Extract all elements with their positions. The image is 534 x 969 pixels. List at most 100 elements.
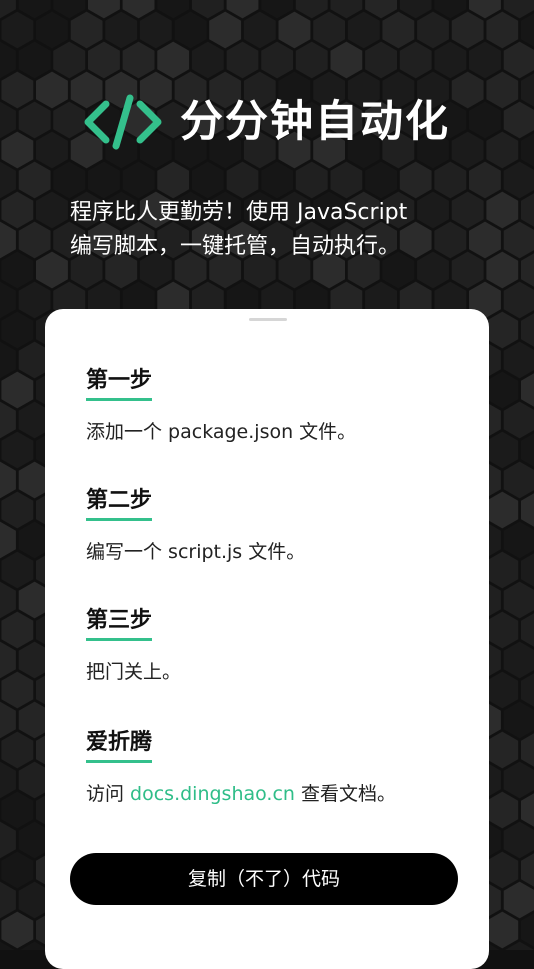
background-hexagon [0,641,16,679]
background-hexagon [521,373,534,407]
background-hexagon [53,101,86,139]
background-hexagon [486,131,519,169]
background-hexagon [503,281,534,319]
background-hexagon [503,641,534,679]
background-hexagon [36,191,68,229]
background-hexagon [1,911,34,949]
copy-code-button[interactable]: 复制（不了）代码 [70,853,458,905]
step-4-desc-before: 访问 [86,783,131,805]
background-hexagon [486,551,519,589]
background-hexagon [0,401,16,439]
step-3-desc: 把门关上。 [86,661,182,683]
background-hexagon [88,161,120,199]
background-hexagon [0,341,16,379]
background-hexagon [469,101,501,139]
background-hexagon [469,161,501,199]
background-hexagon [521,793,534,827]
background-hexagon [330,161,363,199]
background-hexagon [1,791,34,829]
background-hexagon [486,431,519,469]
background-hexagon [503,161,534,199]
background-hexagon [174,11,207,49]
background-hexagon [521,193,534,227]
background-hexagon [0,461,16,499]
background-hexagon [521,13,534,47]
background-hexagon [521,493,534,527]
background-hexagon [1,491,34,529]
background-hexagon [0,881,16,919]
background-hexagon [105,11,138,49]
background-hexagon [157,161,190,199]
background-hexagon [1,71,34,109]
background-hexagon [226,41,259,79]
background-hexagon [503,821,534,859]
background-hexagon [0,701,16,739]
background-hexagon [486,371,519,409]
background-hexagon [295,161,328,199]
background-hexagon [486,11,519,49]
background-hexagon [0,221,16,259]
background-hexagon [1,371,34,409]
background-hexagon [36,71,68,109]
app-title: 分分钟自动化 [180,97,450,147]
background-hexagon [503,101,534,139]
subtitle: 程序比人更勤劳！使用 JavaScript 编写脚本，一键托管，自动执行。 [70,196,510,264]
steps-card: 第一步 添加一个 package.json 文件。 第二步 编写一个 scrip… [45,309,489,969]
background-hexagon [503,401,534,439]
background-hexagon [313,11,345,49]
background-hexagon [503,461,534,499]
background-hexagon [451,131,484,169]
background-hexagon [451,71,484,109]
background-hexagon [88,41,120,79]
step-2-title: 第二步 [86,486,153,521]
background-hexagon [521,553,534,587]
background-hexagon [503,521,534,559]
background-hexagon [122,161,155,199]
background-hexagon [36,251,68,289]
docs-link[interactable]: docs.dingshao.cn [130,783,295,805]
background-hexagon [521,313,534,347]
background-hexagon [209,11,242,49]
code-icon [84,94,162,150]
background-hexagon [434,161,467,199]
background-hexagon [521,253,534,287]
background-hexagon [503,761,534,799]
background-hexagon [486,731,519,769]
background-hexagon [503,41,534,79]
background-hexagon [486,311,519,349]
background-hexagon [382,11,415,49]
background-hexagon [1,251,34,289]
background-hexagon [191,41,224,79]
background-hexagon [243,11,276,49]
background-hexagon [18,41,51,79]
step-1-title: 第一步 [86,366,153,401]
step-2-desc: 编写一个 script.js 文件。 [86,541,306,563]
background-hexagon [278,11,311,49]
background-hexagon [36,131,68,169]
background-hexagon [486,71,519,109]
background-hexagon [451,11,484,49]
background-hexagon [521,733,534,767]
background-hexagon [0,161,16,199]
background-hexagon [521,73,534,107]
background-hexagon [503,881,534,919]
background-hexagon [330,41,363,79]
sheet-grabber[interactable] [249,318,287,321]
background-hexagon [157,41,190,79]
background-hexagon [18,221,51,259]
step-4-desc: 访问 docs.dingshao.cn 查看文档。 [86,781,396,807]
background-hexagon [226,161,259,199]
background-hexagon [365,161,397,199]
background-hexagon [18,101,51,139]
background-hexagon [365,41,397,79]
step-2: 第二步 编写一个 script.js 文件。 [86,486,305,565]
background-hexagon [0,821,16,859]
step-3-title: 第三步 [86,606,153,641]
background-hexagon [503,581,534,619]
subtitle-line-1: 程序比人更勤劳！使用 JavaScript [70,200,408,225]
background-hexagon [503,341,534,379]
background-hexagon [486,671,519,709]
background-hexagon [18,161,51,199]
background-hexagon [469,41,501,79]
background-hexagon [261,161,294,199]
